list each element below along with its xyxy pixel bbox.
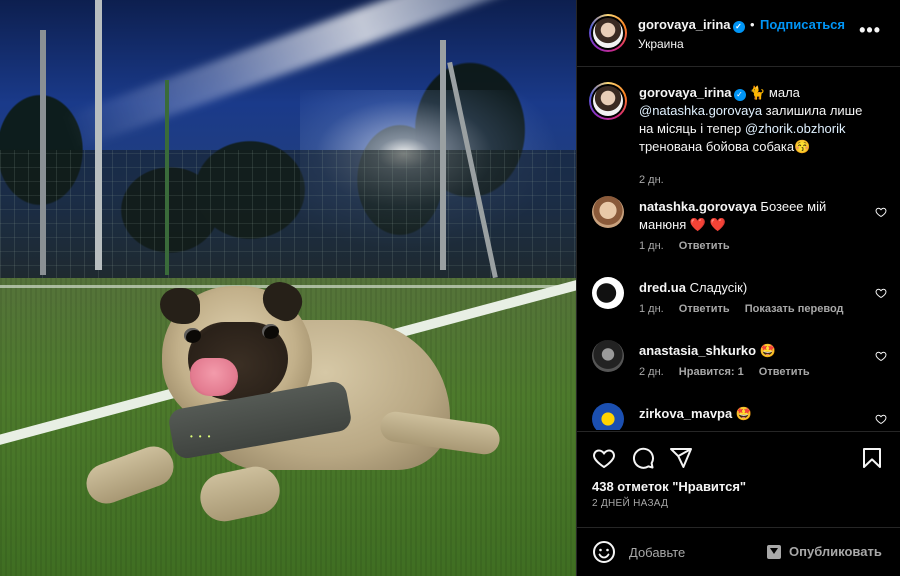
heart-icon[interactable] — [592, 446, 616, 470]
post-actions: 438 отметок "Нравится" 2 ДНЕЙ НАЗАД — [577, 431, 900, 527]
author-username[interactable]: gorovaya_irina ✓ — [638, 17, 745, 33]
comment-text: anastasia_shkurko 🤩 — [639, 343, 776, 358]
emoji-icon[interactable] — [592, 540, 616, 564]
comment-text: dred.ua Сладусік) — [639, 280, 748, 295]
add-comment-input[interactable] — [629, 542, 759, 562]
post-photo[interactable]: ••• — [0, 0, 576, 576]
separator-dot: • — [750, 17, 755, 32]
caption-emoji: 🐈 — [749, 85, 766, 100]
share-icon[interactable] — [669, 446, 693, 470]
caption-time[interactable]: 2 дн. — [639, 174, 664, 186]
comment-username[interactable]: natashka.gorovaya — [639, 199, 757, 214]
mention-link[interactable]: @zhorik.obzhorik — [745, 121, 846, 136]
post-header: gorovaya_irina ✓ • Подписаться Украина ••… — [577, 0, 900, 67]
caption-author-avatar[interactable] — [589, 82, 627, 120]
comment-text: natashka.gorovaya Бозеее мій манюня ❤️ ❤… — [639, 199, 827, 232]
pug-eye — [262, 324, 279, 339]
bookmark-icon[interactable] — [860, 446, 884, 470]
author-avatar[interactable] — [589, 14, 627, 52]
comment-meta: 1 дн. Ответить — [639, 240, 742, 252]
comment-time[interactable]: 1 дн. — [639, 240, 664, 252]
commenter-avatar[interactable] — [592, 340, 624, 372]
comment-username[interactable]: dred.ua — [639, 280, 686, 295]
like-comment-heart-icon[interactable] — [875, 350, 887, 362]
comment-meta: 1 дн. Ответить Показать перевод — [639, 303, 856, 315]
light-pole — [440, 40, 446, 270]
reply-button[interactable]: Ответить — [759, 366, 810, 378]
commenter-avatar[interactable] — [592, 196, 624, 228]
comment-meta: 2 дн. Нравится: 1 Ответить — [639, 366, 822, 378]
likes-count[interactable]: 438 отметок "Нравится" — [592, 479, 746, 494]
verified-badge-icon: ✓ — [732, 21, 745, 33]
pug-tongue — [190, 358, 238, 396]
fence-pole — [165, 80, 169, 275]
publish-icon — [767, 544, 781, 559]
pug-ear — [160, 288, 200, 324]
commenter-avatar[interactable] — [592, 403, 624, 430]
publish-button[interactable]: Опубликовать — [767, 544, 882, 559]
mention-link[interactable]: @natashka.gorovaya — [639, 103, 762, 118]
light-pole — [95, 0, 102, 270]
comment-time[interactable]: 1 дн. — [639, 303, 664, 315]
commenter-avatar[interactable] — [592, 277, 624, 309]
comment-time[interactable]: 2 дн. — [639, 366, 664, 378]
reply-button[interactable]: Ответить — [679, 240, 730, 252]
comment-text: zirkova_mavpa 🤩 — [639, 406, 753, 421]
comment-icon[interactable] — [631, 446, 655, 470]
likes-count-button[interactable]: Нравится: 1 — [679, 366, 744, 378]
caption-meta: 2 дн. — [639, 174, 676, 186]
more-options-icon[interactable]: ••• — [859, 20, 881, 41]
follow-button[interactable]: Подписаться — [760, 17, 845, 32]
location-link[interactable]: Украина — [638, 37, 684, 51]
show-translation-button[interactable]: Показать перевод — [745, 303, 844, 315]
reply-button[interactable]: Ответить — [679, 303, 730, 315]
like-comment-heart-icon[interactable] — [875, 206, 887, 218]
like-comment-heart-icon[interactable] — [875, 287, 887, 299]
comment-composer: Опубликовать — [577, 527, 900, 576]
harness-reflectors: ••• — [190, 432, 217, 441]
comments-list[interactable]: gorovaya_irina ✓ 🐈 мала @natashka.gorovay… — [577, 68, 900, 430]
pug-eye — [184, 328, 201, 343]
post-sidebar: gorovaya_irina ✓ • Подписаться Украина ••… — [576, 0, 900, 576]
caption-username[interactable]: gorovaya_irina — [639, 85, 732, 100]
fence-pole — [40, 30, 46, 275]
post-date[interactable]: 2 ДНЕЙ НАЗАД — [592, 498, 668, 509]
comment-username[interactable]: zirkova_mavpa — [639, 406, 732, 421]
comment-username[interactable]: anastasia_shkurko — [639, 343, 756, 358]
like-comment-heart-icon[interactable] — [875, 413, 887, 425]
caption-text: gorovaya_irina ✓ 🐈 мала @natashka.gorovay… — [639, 85, 863, 154]
verified-badge-icon: ✓ — [733, 89, 746, 101]
